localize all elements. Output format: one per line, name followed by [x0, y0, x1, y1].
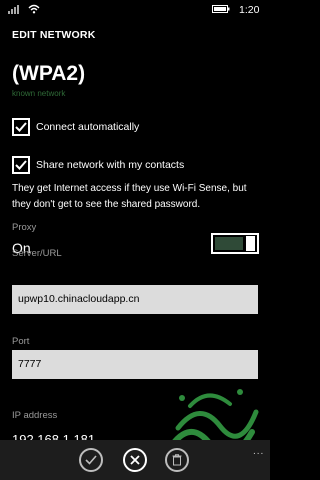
delete-button[interactable]	[165, 448, 189, 472]
connect-automatically-checkbox[interactable]	[12, 118, 30, 136]
wifi-icon	[28, 4, 40, 14]
battery-icon	[212, 5, 230, 13]
checkmark-icon	[15, 160, 27, 170]
cancel-button[interactable]	[123, 448, 147, 472]
toggle-fill	[215, 237, 243, 250]
page-header: EDIT NETWORK	[12, 29, 96, 41]
port-input[interactable]	[12, 350, 258, 379]
proxy-toggle[interactable]	[211, 233, 259, 254]
server-url-label: Server/URL	[12, 248, 62, 259]
status-time: 1:20	[239, 4, 260, 16]
save-button[interactable]	[79, 448, 103, 472]
signal-icon	[8, 5, 19, 14]
share-network-label: Share network with my contacts	[36, 159, 185, 171]
toggle-knob[interactable]	[246, 236, 255, 251]
port-label: Port	[12, 336, 30, 347]
more-options-button[interactable]: ...	[253, 446, 264, 457]
app-bar: ...	[0, 440, 270, 480]
checkmark-icon	[15, 122, 27, 132]
wifi-sense-info: They get Internet access if they use Wi-…	[12, 183, 247, 210]
share-network-option[interactable]: Share network with my contacts	[12, 156, 184, 174]
proxy-label: Proxy	[12, 222, 37, 233]
network-ssid: (WPA2)	[12, 62, 86, 85]
ip-address-label: IP address	[12, 410, 58, 421]
connect-automatically-label: Connect automatically	[36, 121, 140, 133]
trash-icon	[172, 454, 182, 466]
checkmark-icon	[85, 455, 97, 465]
share-network-checkbox[interactable]	[12, 156, 30, 174]
close-icon	[130, 455, 140, 465]
network-status-subtitle: known network	[12, 89, 66, 98]
server-url-input[interactable]	[12, 285, 258, 314]
connect-automatically-option[interactable]: Connect automatically	[12, 118, 139, 136]
status-bar: 1:20	[0, 0, 270, 18]
